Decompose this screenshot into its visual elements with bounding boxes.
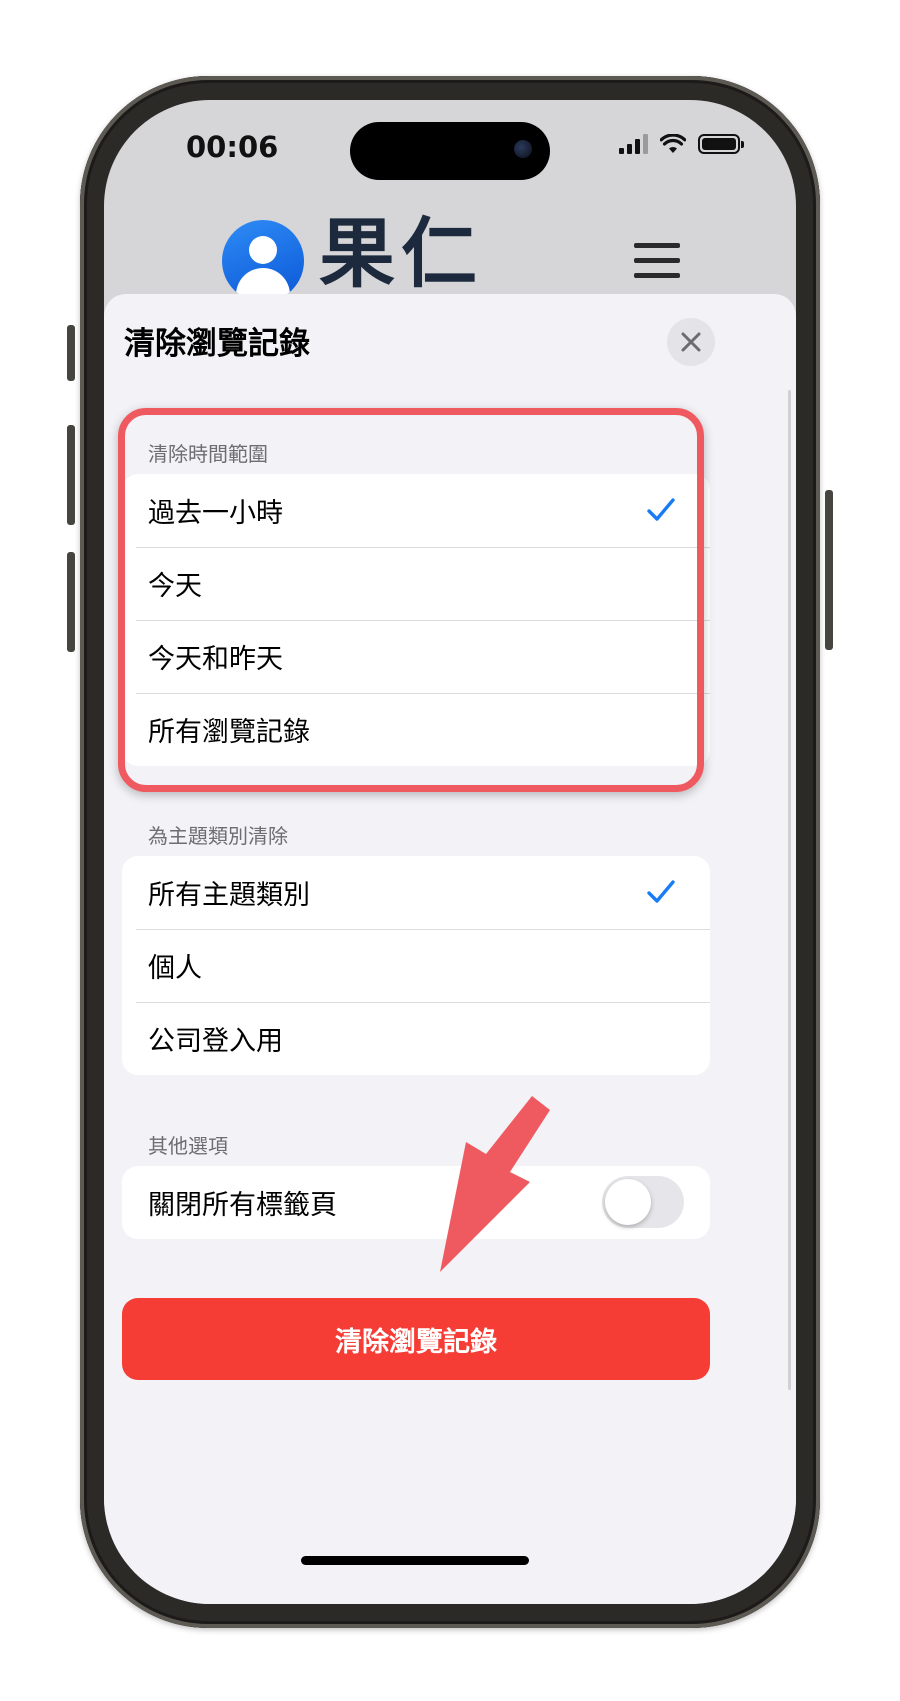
- volume-down-button: [67, 552, 75, 652]
- volume-up-button: [67, 425, 75, 525]
- site-name: 果仁: [319, 209, 483, 298]
- close-all-tabs-row: 關閉所有標籤頁: [122, 1166, 710, 1239]
- profiles-label: 為主題類別清除: [148, 824, 288, 848]
- action-button: [67, 325, 75, 381]
- dynamic-island: [350, 122, 550, 180]
- option-label: 個人: [148, 953, 202, 984]
- profile-option-all[interactable]: 所有主題類別: [122, 856, 710, 929]
- clear-history-button[interactable]: 清除瀏覽記錄: [122, 1298, 710, 1380]
- arrow-pointer-icon: [440, 1096, 550, 1272]
- power-button: [825, 490, 833, 650]
- battery-icon: [698, 134, 744, 154]
- camera-icon: [514, 140, 532, 158]
- sheet-title: 清除瀏覽記錄: [124, 326, 310, 362]
- option-label: 公司登入用: [148, 1026, 283, 1057]
- menu-icon[interactable]: [634, 243, 680, 288]
- highlight-box: [118, 408, 704, 792]
- home-indicator: [301, 1556, 529, 1565]
- status-icons: [619, 134, 744, 154]
- wifi-icon: [660, 134, 686, 153]
- other-options-group: 關閉所有標籤頁: [122, 1166, 710, 1239]
- scroll-indicator: [788, 390, 791, 1390]
- profile-option-personal[interactable]: 個人: [122, 929, 710, 1002]
- status-time: 00:06: [186, 130, 279, 164]
- cellular-signal-icon: [619, 134, 648, 154]
- checkmark-icon: [647, 880, 675, 903]
- option-label: 所有主題類別: [148, 880, 310, 911]
- site-logo-icon[interactable]: [222, 220, 304, 302]
- close-all-tabs-label: 關閉所有標籤頁: [148, 1190, 337, 1221]
- close-icon: [681, 332, 701, 352]
- close-all-tabs-toggle[interactable]: [602, 1176, 684, 1228]
- phone-screen: 00:06 果仁 清除瀏覽記錄 清除時間範圍 過去一小時 今天 今天和昨天 所有…: [104, 100, 796, 1604]
- other-options-label: 其他選項: [148, 1134, 228, 1158]
- profiles-group: 所有主題類別 個人 公司登入用: [122, 856, 710, 1075]
- profile-option-work[interactable]: 公司登入用: [122, 1002, 710, 1075]
- close-button[interactable]: [667, 318, 715, 366]
